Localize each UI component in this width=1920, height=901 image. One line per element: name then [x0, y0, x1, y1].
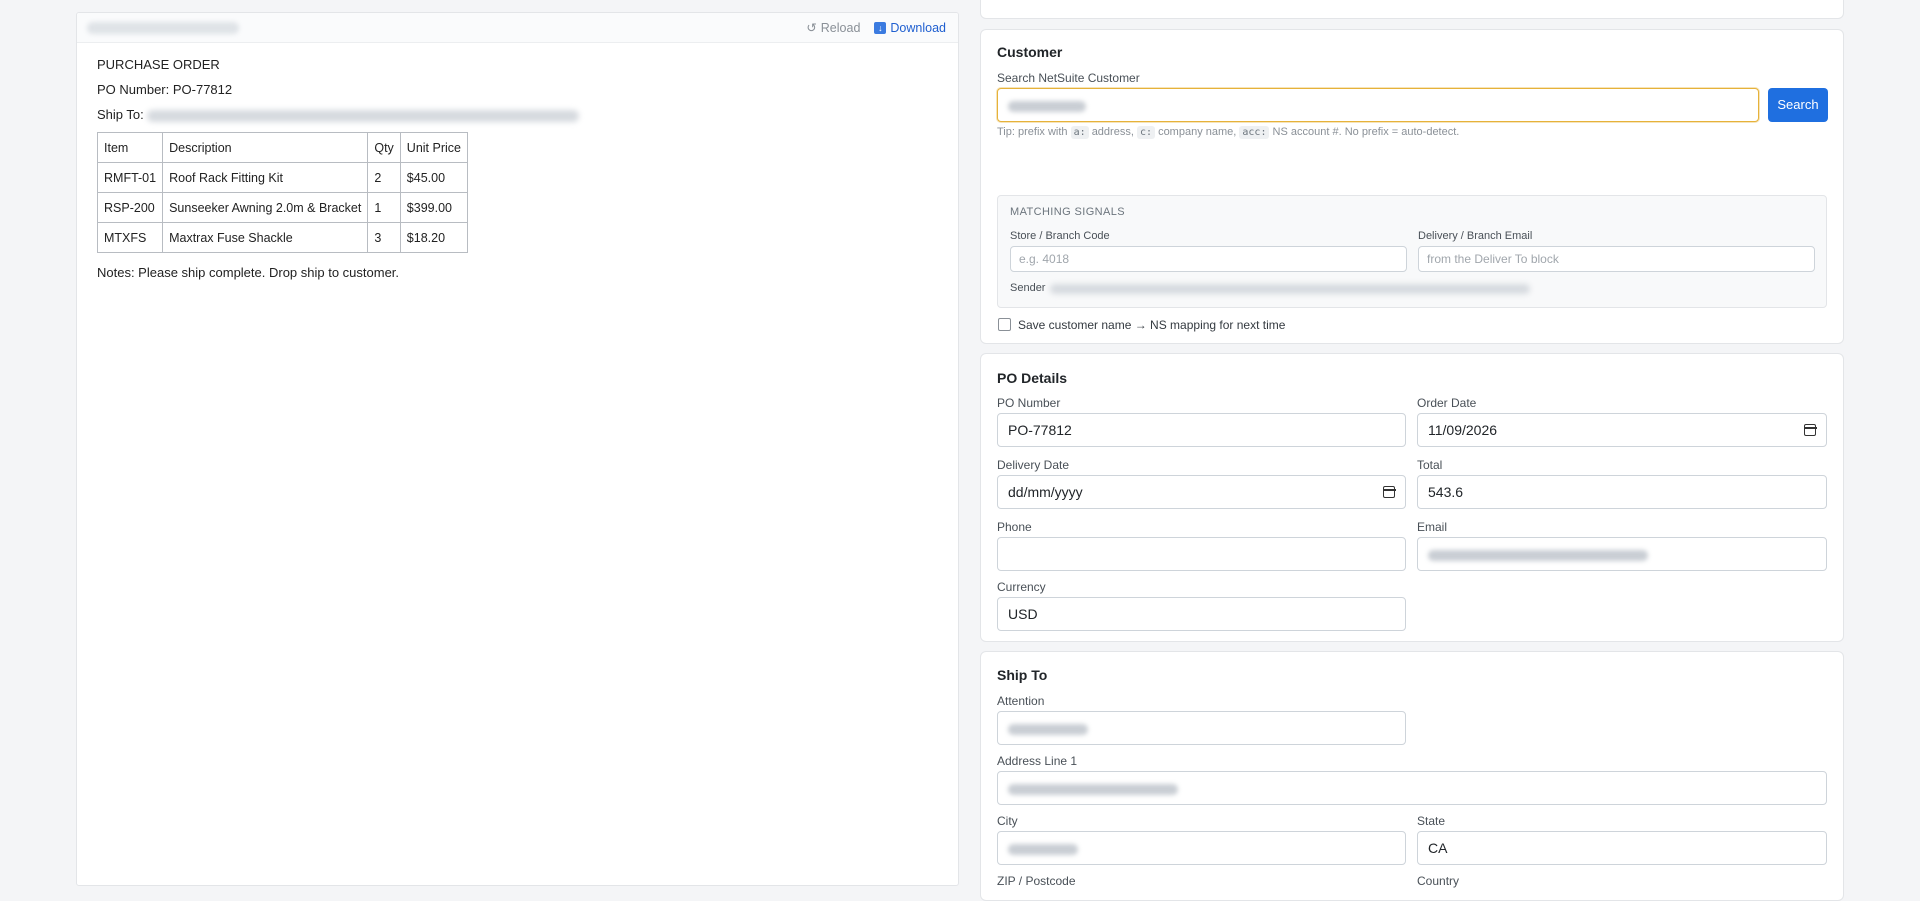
cell-qty: 2 [367, 162, 401, 193]
cell-qty: 1 [367, 192, 401, 223]
calendar-icon[interactable] [1382, 486, 1396, 498]
search-button[interactable]: Search [1768, 88, 1828, 122]
table-row: RSP-200 Sunseeker Awning 2.0m & Bracket … [96, 192, 468, 223]
doc-ship-to-label: Ship To: [97, 107, 144, 122]
address1-label: Address Line 1 [997, 754, 1078, 768]
reload-button[interactable]: ↺ Reload [806, 20, 861, 36]
doc-notes: Notes: Please ship complete. Drop ship t… [97, 265, 400, 280]
state-input[interactable]: CA [1417, 831, 1827, 865]
email-value-redacted [1428, 549, 1648, 561]
doc-ship-to: Ship To: [97, 107, 938, 123]
table-header-row: Item Description Qty Unit Price [96, 132, 468, 163]
line-items-table: Item Description Qty Unit Price RMFT-01 … [96, 132, 468, 253]
customer-search-input[interactable] [997, 88, 1759, 122]
sender-value-redacted [1050, 284, 1530, 294]
po-details-card: PO Details PO Number PO-77812 Order Date… [980, 353, 1844, 642]
cell-unit-price: $399.00 [399, 192, 468, 223]
save-mapping-checkbox[interactable] [998, 318, 1011, 331]
search-input-value-redacted [1008, 100, 1086, 112]
col-qty: Qty [367, 132, 401, 163]
currency-label: Currency [997, 580, 1046, 594]
cell-description: Maxtrax Fuse Shackle [162, 222, 369, 253]
previous-card [980, 0, 1844, 19]
customer-card: Customer Search NetSuite Customer Search… [980, 29, 1844, 344]
city-value-redacted [1008, 843, 1078, 855]
calendar-icon[interactable] [1803, 424, 1817, 436]
state-label: State [1417, 814, 1446, 828]
address1-input[interactable] [997, 771, 1827, 805]
viewer-toolbar: ↺ Reload ↓ Download [77, 13, 958, 43]
attention-label: Attention [997, 694, 1045, 708]
order-date-input[interactable]: 11/09/2026 [1417, 413, 1827, 447]
download-button[interactable]: ↓ Download [874, 20, 946, 35]
download-icon: ↓ [874, 21, 887, 34]
matching-signals-panel: MATCHING SIGNALS Store / Branch Code e.g… [997, 195, 1827, 308]
total-input[interactable]: 543.6 [1417, 475, 1827, 509]
store-code-label: Store / Branch Code [1010, 230, 1110, 242]
delivery-date-input[interactable]: dd/mm/yyyy [997, 475, 1406, 509]
document-filename-redacted [87, 22, 239, 34]
phone-input[interactable] [997, 537, 1406, 571]
col-unit-price: Unit Price [399, 132, 468, 163]
delivery-date-label: Delivery Date [997, 458, 1070, 472]
store-code-input[interactable]: e.g. 4018 [1010, 246, 1407, 272]
doc-ship-to-redacted [147, 109, 580, 122]
matching-signals-title: MATCHING SIGNALS [1010, 206, 1125, 218]
attention-value-redacted [1008, 723, 1088, 735]
search-tip: Tip: prefix with a: address, c: company … [997, 126, 1460, 139]
email-label: Email [1417, 520, 1448, 534]
doc-po-number: PO Number: PO-77812 [97, 82, 233, 97]
cell-description: Sunseeker Awning 2.0m & Bracket [162, 192, 369, 223]
cell-item: RSP-200 [96, 192, 164, 223]
table-row: RMFT-01 Roof Rack Fitting Kit 2 $45.00 [96, 162, 468, 193]
order-date-value: 11/09/2026 [1428, 422, 1498, 438]
download-label: Download [890, 20, 946, 35]
attention-input[interactable] [997, 711, 1406, 745]
document-body: PURCHASE ORDER PO Number: PO-77812 Ship … [77, 43, 958, 304]
cell-description: Roof Rack Fitting Kit [162, 162, 369, 193]
col-description: Description [162, 132, 369, 163]
total-label: Total [1417, 458, 1443, 472]
col-item: Item [96, 132, 164, 163]
save-mapping-label: Save customer name → NS mapping for next… [1018, 318, 1286, 332]
po-details-title: PO Details [997, 370, 1068, 386]
reload-icon: ↺ [806, 21, 817, 35]
city-label: City [997, 814, 1018, 828]
cell-qty: 3 [367, 222, 401, 253]
cell-unit-price: $45.00 [399, 162, 468, 193]
cell-item: RMFT-01 [96, 162, 164, 193]
phone-label: Phone [997, 520, 1032, 534]
city-input[interactable] [997, 831, 1406, 865]
po-number-label: PO Number [997, 396, 1061, 410]
search-customer-label: Search NetSuite Customer [997, 71, 1140, 85]
customer-title: Customer [997, 44, 1063, 60]
branch-email-label: Delivery / Branch Email [1418, 230, 1533, 242]
cell-item: MTXFS [96, 222, 164, 253]
address1-value-redacted [1008, 783, 1178, 795]
currency-input[interactable]: USD [997, 597, 1406, 631]
branch-email-input[interactable]: from the Deliver To block [1418, 246, 1815, 272]
form-column: Customer Search NetSuite Customer Search… [980, 0, 1844, 901]
cell-unit-price: $18.20 [399, 222, 468, 253]
document-viewer: ↺ Reload ↓ Download PURCHASE ORDER PO Nu… [76, 12, 959, 886]
po-number-input[interactable]: PO-77812 [997, 413, 1406, 447]
delivery-date-value: dd/mm/yyyy [1008, 484, 1083, 500]
sender-label: Sender [1010, 282, 1046, 294]
email-input[interactable] [1417, 537, 1827, 571]
reload-label: Reload [820, 20, 861, 35]
ship-to-card: Ship To Attention Address Line 1 City St… [980, 651, 1844, 901]
order-date-label: Order Date [1417, 396, 1477, 410]
table-row: MTXFS Maxtrax Fuse Shackle 3 $18.20 [96, 222, 468, 253]
doc-heading: PURCHASE ORDER [97, 57, 220, 72]
ship-to-title: Ship To [997, 667, 1048, 683]
